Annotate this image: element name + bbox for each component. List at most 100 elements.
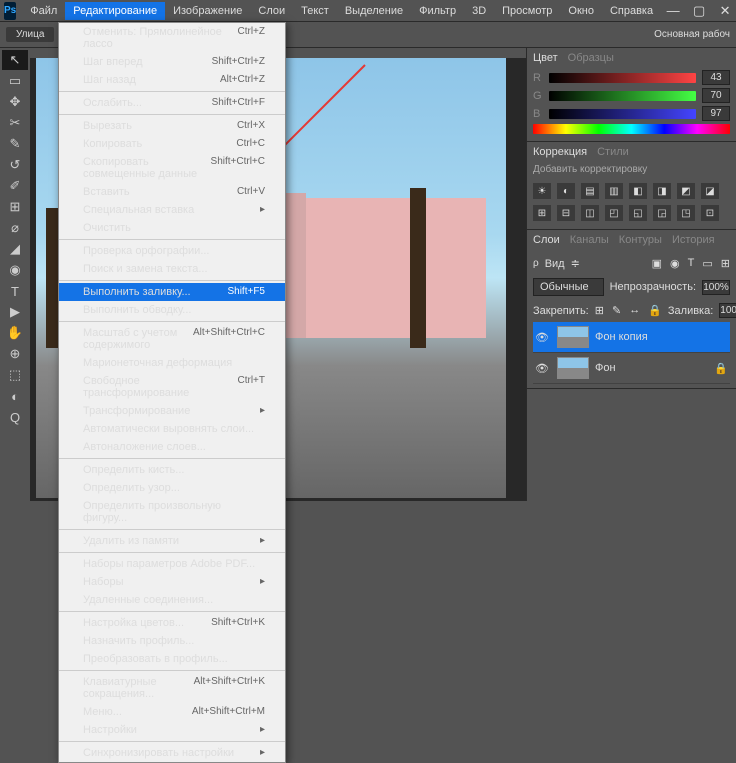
menu-окно[interactable]: Окно [560,2,602,20]
menu-item[interactable]: Назначить профиль... [59,632,285,650]
tool-17[interactable]: Q [2,407,28,427]
menu-item[interactable]: Настройки▸ [59,721,285,739]
menu-item[interactable]: Марионеточная деформация [59,354,285,372]
tool-14[interactable]: ⊕ [2,344,28,364]
menu-item[interactable]: Наборы параметров Adobe PDF... [59,555,285,573]
menu-фильтр[interactable]: Фильтр [411,2,464,20]
menu-item[interactable]: Скопировать совмещенные данныеShift+Ctrl… [59,153,285,183]
adjustment-icon-9[interactable]: ⊟ [557,205,575,221]
menu-item[interactable]: Клавиатурные сокращения...Alt+Shift+Ctrl… [59,673,285,703]
close-button[interactable]: ✕ [713,3,736,19]
filter-icon-0[interactable]: ▣ [652,257,662,270]
menu-справка[interactable]: Справка [602,2,661,20]
lock-icon-2[interactable]: ↔ [629,304,640,317]
menu-изображение[interactable]: Изображение [165,2,250,20]
menu-item[interactable]: Определить кисть... [59,461,285,479]
tool-1[interactable]: ▭ [2,71,28,91]
tool-5[interactable]: ↺ [2,155,28,175]
tool-15[interactable]: ⬚ [2,365,28,385]
hue-strip[interactable] [533,124,730,134]
tool-3[interactable]: ✂ [2,113,28,133]
tool-11[interactable]: T [2,281,28,301]
tool-9[interactable]: ◢ [2,239,28,259]
menu-item[interactable]: КопироватьCtrl+C [59,135,285,153]
filter-icon-2[interactable]: T [688,257,695,270]
menu-файл[interactable]: Файл [22,2,65,20]
menu-item[interactable]: Специальная вставка▸ [59,201,285,219]
menu-выделение[interactable]: Выделение [337,2,411,20]
adjustment-icon-3[interactable]: ▥ [605,183,623,199]
slider-value-B[interactable]: 97 [702,106,730,121]
adjustment-icon-12[interactable]: ◱ [629,205,647,221]
slider-R[interactable] [549,73,696,83]
tool-10[interactable]: ◉ [2,260,28,280]
menu-item[interactable]: Преобразовать в профиль... [59,650,285,668]
tab-swatches[interactable]: Образцы [568,52,614,64]
fill-value[interactable]: 100% [719,303,736,318]
lock-icon-1[interactable]: ✎ [612,304,621,317]
menu-item[interactable]: Удалить из памяти▸ [59,532,285,550]
minimize-button[interactable]: — [661,3,685,19]
adjustment-icon-7[interactable]: ◪ [701,183,719,199]
layer-row[interactable]: 👁Фон🔒 [533,353,730,384]
slider-B[interactable] [549,109,696,119]
tool-2[interactable]: ✥ [2,92,28,112]
tab-layers[interactable]: Слои [533,234,560,246]
menu-item[interactable]: Шаг впередShift+Ctrl+Z [59,53,285,71]
visibility-icon[interactable]: 👁 [535,362,551,375]
slider-G[interactable] [549,91,696,101]
slider-value-G[interactable]: 70 [702,88,730,103]
tool-16[interactable]: ◐ [2,386,28,406]
menu-item[interactable]: Меню...Alt+Shift+Ctrl+M [59,703,285,721]
menu-item[interactable]: Выполнить обводку... [59,301,285,319]
menu-item[interactable]: Свободное трансформированиеCtrl+T [59,372,285,402]
tool-8[interactable]: ⌀ [2,218,28,238]
tab-adjustments[interactable]: Коррекция [533,146,587,158]
menu-слои[interactable]: Слои [250,2,293,20]
filter-icon-3[interactable]: ▭ [702,257,712,270]
menu-item[interactable]: Очистить [59,219,285,237]
tool-0[interactable]: ↖ [2,50,28,70]
menu-редактирование[interactable]: Редактирование [65,2,165,20]
blend-mode-dropdown[interactable]: Обычные [533,278,604,296]
adjustment-icon-10[interactable]: ◫ [581,205,599,221]
tool-13[interactable]: ✋ [2,323,28,343]
opacity-value[interactable]: 100% [702,280,730,295]
layer-row[interactable]: 👁Фон копия [533,322,730,353]
menu-item[interactable]: Отменить: Прямолинейное лассоCtrl+Z [59,23,285,53]
visibility-icon[interactable]: 👁 [535,331,551,344]
filter-icon-1[interactable]: ◉ [670,257,680,270]
menu-item[interactable]: Наборы▸ [59,573,285,591]
adjustment-icon-5[interactable]: ◨ [653,183,671,199]
filter-icon-4[interactable]: ⊞ [721,257,730,270]
menu-item[interactable]: Удаленные соединения... [59,591,285,609]
adjustment-icon-14[interactable]: ◳ [677,205,695,221]
tab-history[interactable]: История [672,234,715,246]
menu-просмотр[interactable]: Просмотр [494,2,560,20]
tool-6[interactable]: ✐ [2,176,28,196]
tool-4[interactable]: ✎ [2,134,28,154]
menu-item[interactable]: Настройка цветов...Shift+Ctrl+K [59,614,285,632]
menu-текст[interactable]: Текст [293,2,337,20]
maximize-button[interactable]: ▢ [687,3,711,19]
tab-channels[interactable]: Каналы [570,234,609,246]
menu-item[interactable]: Определить узор... [59,479,285,497]
adjustment-icon-2[interactable]: ▤ [581,183,599,199]
tool-12[interactable]: ▶ [2,302,28,322]
slider-value-R[interactable]: 43 [702,70,730,85]
menu-item[interactable]: Масштаб с учетом содержимогоAlt+Shift+Ct… [59,324,285,354]
menu-item[interactable]: Трансформирование▸ [59,402,285,420]
tab-paths[interactable]: Контуры [619,234,662,246]
lock-icon-3[interactable]: 🔒 [648,304,662,317]
menu-item[interactable]: ВырезатьCtrl+X [59,117,285,135]
menu-item[interactable]: Синхронизировать настройки▸ [59,744,285,762]
menu-item[interactable]: ВставитьCtrl+V [59,183,285,201]
menu-item[interactable]: Шаг назадAlt+Ctrl+Z [59,71,285,89]
adjustment-icon-4[interactable]: ◧ [629,183,647,199]
menu-3d[interactable]: 3D [464,2,494,20]
menu-item[interactable]: Выполнить заливку...Shift+F5 [59,283,285,301]
adjustment-icon-1[interactable]: ◐ [557,183,575,199]
workspace-label[interactable]: Основная рабоч [654,29,730,40]
adjustment-icon-13[interactable]: ◲ [653,205,671,221]
tab-color[interactable]: Цвет [533,52,558,64]
